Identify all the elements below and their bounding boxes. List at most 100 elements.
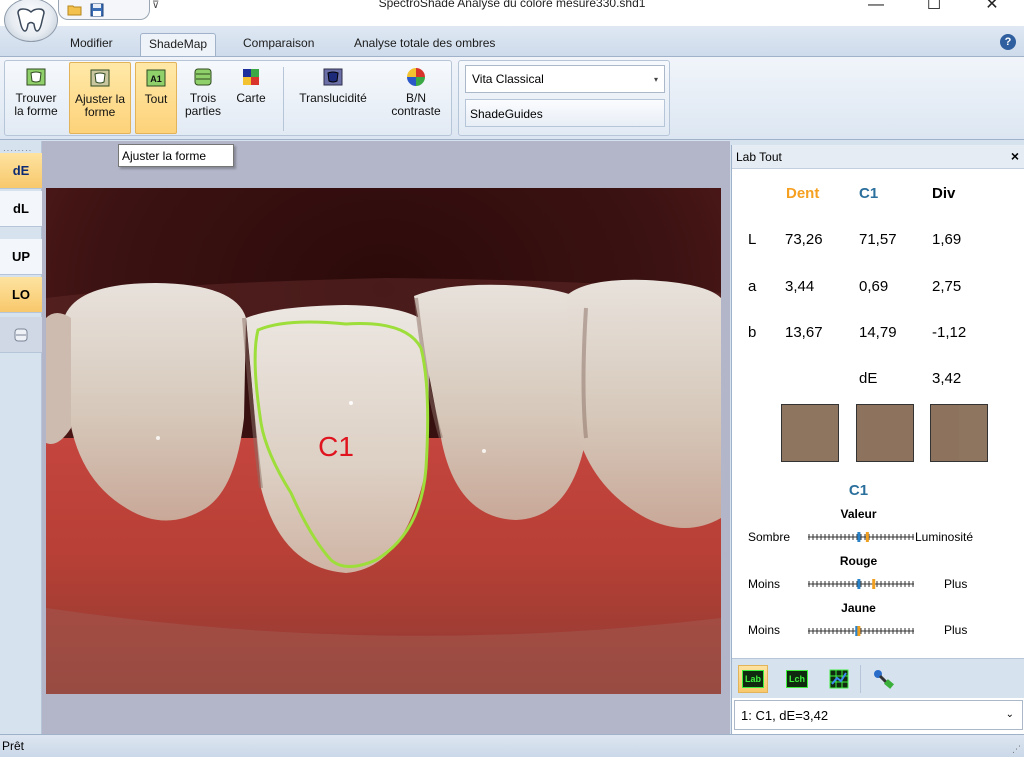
tooth-outline-icon <box>14 328 28 341</box>
col-header-c1: C1 <box>859 185 879 202</box>
b-div-value: -1,12 <box>932 324 967 341</box>
tab-grid-map[interactable] <box>824 665 854 693</box>
dl-view-button[interactable]: dL <box>0 191 42 227</box>
scale-marker-dent <box>865 532 869 542</box>
col-header-div: Div <box>932 185 956 202</box>
tab-analyse-totale[interactable]: Analyse totale des ombres <box>346 33 503 56</box>
shadeguides-button[interactable]: ShadeGuides <box>465 99 665 127</box>
measurement-select[interactable]: 1: C1, dE=3,42 ⌄ <box>734 700 1023 730</box>
value-scale-right: Luminosité <box>915 530 974 544</box>
lo-view-button[interactable]: LO <box>0 277 42 313</box>
tab-lab[interactable]: Lab <box>738 665 768 693</box>
row-label-l: L <box>748 231 757 248</box>
a-c1-value: 0,69 <box>859 278 889 295</box>
find-shape-label-2: la forme <box>14 104 58 118</box>
lab-tab-label: Lab <box>741 670 764 688</box>
ribbon-tab-bar: Modifier ShadeMap Comparaison Analyse to… <box>0 26 1024 56</box>
find-shape-icon <box>25 66 47 88</box>
maximize-button[interactable]: ☐ <box>912 0 956 18</box>
div-color-swatch <box>930 404 988 462</box>
all-button[interactable]: A1 Tout <box>135 62 177 134</box>
translucency-label: Translucidité <box>299 91 367 105</box>
dent-color-swatch <box>781 404 839 462</box>
scale-marker-dent <box>857 626 861 636</box>
bw-contrast-label-2: contraste <box>391 104 441 118</box>
region-label: C1 <box>318 431 354 462</box>
satellite-tools-icon <box>874 670 894 689</box>
three-parts-label-2: parties <box>184 104 222 118</box>
title-bar: ⊽ SpectroShade Analyse du coloré mesure3… <box>0 0 1024 42</box>
adjust-shape-label-2: forme <box>84 105 116 119</box>
tooltip: Ajuster la forme <box>118 144 234 167</box>
translucency-button[interactable]: Translucidité <box>288 62 378 134</box>
map-button[interactable]: Carte <box>229 62 273 134</box>
value-scale-title: Valeur <box>840 507 877 521</box>
red-scale-title: Rouge <box>839 554 878 568</box>
row-label-a: a <box>748 278 757 295</box>
status-bar: Prêt ⋰ <box>0 734 1024 757</box>
scale-section-title: C1 <box>848 482 869 499</box>
value-scale-bar <box>808 532 914 542</box>
b-c1-value: 14,79 <box>859 324 897 341</box>
bw-contrast-icon <box>405 66 427 88</box>
yellow-scale-bar <box>808 626 914 636</box>
minimize-button[interactable]: — <box>854 0 898 18</box>
de-label: dE <box>859 370 878 387</box>
tab-lch[interactable]: Lch <box>782 665 812 693</box>
bw-contrast-button[interactable]: B/N contraste <box>383 62 449 134</box>
chevron-down-icon: ⌄ <box>1005 709 1014 720</box>
main-workspace: ········ dE dL UP LO C1 <box>0 141 730 734</box>
tab-spectro-tools[interactable] <box>868 665 898 693</box>
shade-guide-select[interactable]: Vita Classical ▾ <box>465 65 665 93</box>
tooth-logo-icon <box>17 8 45 32</box>
measurement-select-value: 1: C1, dE=3,42 <box>741 708 829 723</box>
color-space-tabs: Lab Lch <box>732 658 1024 698</box>
lch-tab-label: Lch <box>785 670 808 688</box>
ribbon-panel: Trouver la forme Ajuster la forme A1 Tou… <box>0 56 1024 140</box>
status-text: Prêt <box>2 739 25 753</box>
de-view-button[interactable]: dE <box>0 153 42 189</box>
application-menu-button[interactable] <box>4 0 58 42</box>
lab-panel: Lab Tout × Dent C1 Div L 73,26 71,57 1,6… <box>731 145 1024 734</box>
l-div-value: 1,69 <box>932 231 962 248</box>
scale-marker-c1 <box>857 579 861 589</box>
tooth-view-button[interactable] <box>0 317 42 353</box>
svg-text:A1: A1 <box>150 74 162 84</box>
translucency-icon <box>322 66 344 88</box>
adjust-shape-button[interactable]: Ajuster la forme <box>69 62 131 134</box>
ribbon-separator <box>283 67 284 131</box>
grid-chart-icon <box>829 669 849 689</box>
a-dent-value: 3,44 <box>785 278 815 295</box>
resize-grip-icon[interactable]: ⋰ <box>1012 744 1021 755</box>
c1-color-swatch <box>856 404 914 462</box>
close-button[interactable]: ✕ <box>970 0 1014 18</box>
yellow-scale-left: Moins <box>748 623 781 637</box>
scale-marker-dent <box>872 579 876 589</box>
red-scale-left: Moins <box>748 577 781 591</box>
find-shape-button[interactable]: Trouver la forme <box>7 62 65 134</box>
value-scale-left: Sombre <box>748 530 791 544</box>
shape-tools-group: Trouver la forme Ajuster la forme A1 Tou… <box>4 60 452 136</box>
shade-guide-group: Vita Classical ▾ ShadeGuides <box>458 60 670 136</box>
de-value: 3,42 <box>932 370 962 387</box>
up-view-button[interactable]: UP <box>0 239 42 275</box>
lab-panel-header: Lab Tout × <box>732 145 1024 169</box>
all-label: Tout <box>144 92 168 106</box>
red-scale-bar <box>808 579 914 589</box>
color-map-icon <box>240 66 262 88</box>
tooth-photo: C1 <box>46 188 721 694</box>
tab-separator <box>860 665 861 693</box>
scale-marker-c1 <box>857 532 861 542</box>
l-dent-value: 73,26 <box>785 231 823 248</box>
close-icon[interactable]: × <box>1011 148 1019 164</box>
three-parts-icon <box>192 66 214 88</box>
tab-modifier[interactable]: Modifier <box>62 33 121 56</box>
tab-comparaison[interactable]: Comparaison <box>235 33 322 56</box>
tab-shademap[interactable]: ShadeMap <box>140 33 217 56</box>
three-parts-button[interactable]: Trois parties <box>181 62 225 134</box>
help-icon[interactable]: ? <box>1000 34 1016 50</box>
l-c1-value: 71,57 <box>859 231 897 248</box>
tooth-photo-canvas[interactable]: C1 <box>46 188 721 694</box>
map-label: Carte <box>236 91 266 105</box>
a-div-value: 2,75 <box>932 278 962 295</box>
